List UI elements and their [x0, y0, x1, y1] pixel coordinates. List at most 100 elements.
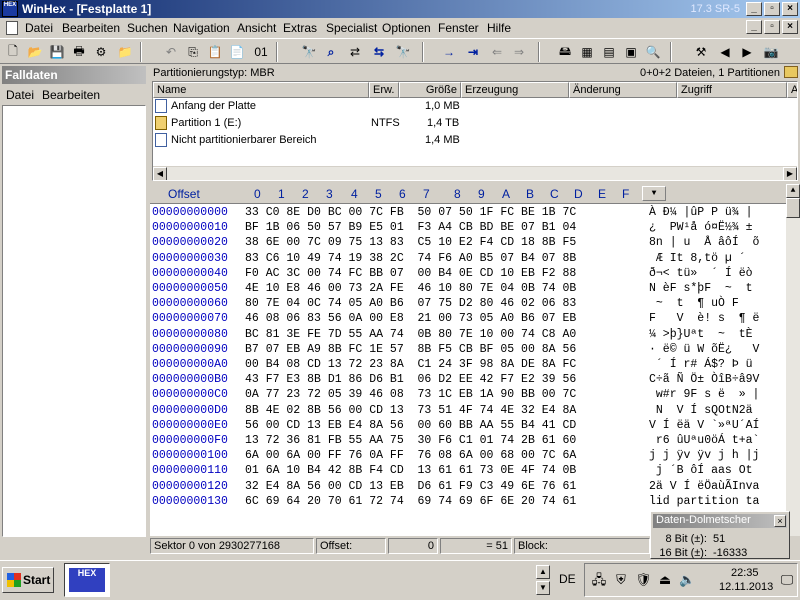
hex-row[interactable]: 00000000060 80 7E 04 0C 74 05 A0 B6 07 75… [150, 297, 790, 313]
mdi-restore-button[interactable]: ▫ [764, 20, 780, 34]
hardware-icon[interactable]: ⏏ [657, 572, 673, 588]
save-icon[interactable]: 💾 [48, 43, 66, 61]
hex-row[interactable]: 00000000120 32 E4 8A 56 00 CD 13 EB D6 61… [150, 480, 790, 496]
hex-row-text[interactable]: j j ÿv ÿv j h |j [649, 449, 759, 462]
menu-extras[interactable]: Extras [283, 21, 317, 35]
language-indicator[interactable]: DE [559, 572, 576, 586]
hex-row[interactable]: 000000000B0 43 F7 E3 8B D1 86 D6 B1 06 D2… [150, 373, 790, 389]
column-header-size[interactable]: Größe [399, 82, 461, 98]
mdi-close-button[interactable]: × [782, 20, 798, 34]
hex-row[interactable]: 00000000080 BC 81 3E FE 7D 55 AA 74 0B 80… [150, 328, 790, 344]
next-icon[interactable]: ▶ [738, 43, 756, 61]
hex-editor[interactable]: Offset 0 1 2 3 4 5 6 7 8 9 A B C D E F ▼… [150, 184, 800, 536]
hex-row[interactable]: 00000000030 83 C6 10 49 74 19 38 2C 74 F6… [150, 252, 790, 268]
print-icon[interactable]: 🖶 [70, 43, 88, 61]
hex-row-text[interactable]: ð¬< tü» ´ Í ëò [649, 267, 753, 280]
hex-row-bytes[interactable]: 13 72 36 81 FB 55 AA 75 30 F6 C1 01 74 2… [245, 434, 576, 447]
hex-row-bytes[interactable]: 00 B4 08 CD 13 72 23 8A C1 24 3F 98 8A D… [245, 358, 576, 371]
hex-row-text[interactable]: À Ð¼ |ûP P ü¾ | [649, 206, 753, 219]
close-icon[interactable]: × [774, 515, 786, 527]
menu-datei[interactable]: Datei [25, 21, 53, 35]
ram-editor-icon[interactable]: ▦ [578, 43, 596, 61]
tools-icon[interactable]: ⚒ [692, 43, 710, 61]
hex-row-text[interactable]: 8n | u Å âôÍ õ [649, 236, 759, 249]
menu-optionen[interactable]: Optionen [382, 21, 431, 35]
hex-row[interactable]: 00000000000 33 C0 8E D0 BC 00 7C FB 50 07… [150, 206, 790, 222]
maximize-button[interactable]: ▫ [764, 2, 780, 16]
menu-hilfe[interactable]: Hilfe [487, 21, 511, 35]
data-interpreter-window[interactable]: Daten-Dolmetscher × 8 Bit (±): 51 16 Bit… [650, 511, 790, 559]
goto-sector-icon[interactable]: ⇥ [464, 43, 482, 61]
menu-ansicht[interactable]: Ansicht [237, 21, 276, 35]
menu-navigation[interactable]: Navigation [173, 21, 230, 35]
network-icon[interactable]: 🖧 [591, 572, 607, 588]
document-icon[interactable] [6, 21, 18, 35]
hex-row[interactable]: 00000000050 4E 10 E8 46 00 73 2A FE 46 10… [150, 282, 790, 298]
hex-row-bytes[interactable]: 0A 77 23 72 05 39 46 08 73 1C EB 1A 90 B… [245, 388, 576, 401]
hex-row-text[interactable]: N V Í sQOtN2ä [649, 404, 753, 417]
taskbar-winhex-button[interactable]: HEX [64, 563, 110, 597]
hex-row[interactable]: 000000000D0 8B 4E 02 8B 56 00 CD 13 73 51… [150, 404, 790, 420]
paste-special-icon[interactable]: 📄 [228, 43, 246, 61]
hex-row[interactable]: 00000000070 46 08 06 83 56 0A 00 E8 21 00… [150, 312, 790, 328]
menu-suchen[interactable]: Suchen [127, 21, 168, 35]
find-again-icon[interactable]: 🔭 [394, 43, 412, 61]
binary-icon[interactable]: 01 [252, 43, 270, 61]
replace-text-icon[interactable]: ⇄ [346, 43, 364, 61]
back-arrow-icon[interactable]: ⇐ [488, 43, 506, 61]
folder-icon[interactable] [784, 66, 798, 78]
hex-row[interactable]: 00000000110 01 6A 10 B4 42 8B F4 CD 13 61… [150, 464, 790, 480]
column-header-attr[interactable]: At [787, 82, 797, 98]
column-header-modified[interactable]: Änderung [569, 82, 677, 98]
hex-row-bytes[interactable]: B7 07 EB A9 8B FC 1E 57 8B F5 CB BF 05 0… [245, 343, 576, 356]
hex-row-text[interactable]: ~ t ¶ uÒ F [649, 297, 739, 310]
replace-hex-icon[interactable]: ⇆ [370, 43, 388, 61]
hex-row-bytes[interactable]: 33 C0 8E D0 BC 00 7C FB 50 07 50 1F FC B… [245, 206, 576, 219]
hex-row-bytes[interactable]: 6A 00 6A 00 FF 76 0A FF 76 08 6A 00 68 0… [245, 449, 576, 462]
copy-icon[interactable]: ⎘ [184, 43, 202, 61]
scroll-up-button[interactable]: ▲ [786, 184, 800, 198]
hex-row-bytes[interactable]: BF 1B 06 50 57 B9 E5 01 F3 A4 CB BD BE 0… [245, 221, 576, 234]
open-folder-icon[interactable]: 📂 [26, 43, 44, 61]
scroll-left-button[interactable]: ◀ [153, 167, 167, 180]
hex-vertical-scrollbar[interactable]: ▲ [786, 184, 800, 536]
hex-row-text[interactable]: lid partition ta [649, 495, 759, 508]
hex-row-bytes[interactable]: 43 F7 E3 8B D1 86 D6 B1 06 D2 EE 42 F7 E… [245, 373, 576, 386]
hex-row-bytes[interactable]: 01 6A 10 B4 42 8B F4 CD 13 61 61 73 0E 4… [245, 464, 576, 477]
table-row[interactable]: Partition 1 (E:) NTFS 1,4 TB [153, 115, 797, 132]
menu-bearbeiten[interactable]: Bearbeiten [62, 21, 120, 35]
find-hex-icon[interactable]: ⌕ [322, 43, 340, 61]
volume-icon[interactable]: 🔈 [679, 572, 695, 588]
hex-row-text[interactable]: Æ It 8,tö µ ´ [649, 252, 746, 265]
hex-row[interactable]: 000000000C0 0A 77 23 72 05 39 46 08 73 1C… [150, 388, 790, 404]
charset-dropdown[interactable]: ▼ [642, 186, 666, 201]
forward-arrow-icon[interactable]: ⇒ [510, 43, 528, 61]
hex-row-text[interactable]: ¿ PW¹å ó¤Ë½¾ ± [649, 221, 753, 234]
hex-row-text[interactable]: · ë© ü W õË¿ V [649, 343, 759, 356]
taskbar-scroll-up[interactable]: ▲ [536, 565, 550, 579]
taskbar-scroll[interactable]: ▲ ▼ [536, 563, 550, 597]
magnifier-icon[interactable]: 🔍 [644, 43, 662, 61]
properties-icon[interactable]: ⚙ [92, 43, 110, 61]
hex-row-bytes[interactable]: 32 E4 8A 56 00 CD 13 EB D6 61 F9 C3 49 6… [245, 480, 576, 493]
hex-row-text[interactable]: N èF s*þF ~ t [649, 282, 753, 295]
hex-row[interactable]: 00000000040 F0 AC 3C 00 74 FC BB 07 00 B4… [150, 267, 790, 283]
scroll-right-button[interactable]: ▶ [783, 167, 797, 180]
start-button[interactable]: Start [2, 567, 54, 593]
clock-time[interactable]: 22:35 [731, 567, 759, 579]
goto-offset-icon[interactable]: → [440, 43, 458, 61]
calculator-icon[interactable]: ▣ [622, 43, 640, 61]
hex-row-bytes[interactable]: 80 7E 04 0C 74 05 A0 B6 07 75 D2 80 46 0… [245, 297, 576, 310]
minimize-button[interactable]: _ [746, 2, 762, 16]
hex-row-text[interactable]: V Í ëä V `»ªU´AÍ [649, 419, 759, 432]
table-row[interactable]: Nicht partitionierbarer Bereich 1,4 MB [153, 132, 797, 149]
shield-icon[interactable]: 🛡 [635, 572, 652, 588]
hex-row[interactable]: 000000000A0 00 B4 08 CD 13 72 23 8A C1 24… [150, 358, 790, 374]
hex-row-bytes[interactable]: 46 08 06 83 56 0A 00 E8 21 00 73 05 A0 B… [245, 312, 576, 325]
hex-row-bytes[interactable]: 38 6E 00 7C 09 75 13 83 C5 10 E2 F4 CD 1… [245, 236, 576, 249]
new-file-icon[interactable]: 🗋 [4, 43, 22, 61]
hex-row[interactable]: 00000000100 6A 00 6A 00 FF 76 0A FF 76 08… [150, 449, 790, 465]
hex-row[interactable]: 000000000E0 56 00 CD 13 EB E4 8A 56 00 60… [150, 419, 790, 435]
case-data-tree[interactable] [2, 105, 146, 537]
hex-row-bytes[interactable]: 8B 4E 02 8B 56 00 CD 13 73 51 4F 74 4E 3… [245, 404, 576, 417]
